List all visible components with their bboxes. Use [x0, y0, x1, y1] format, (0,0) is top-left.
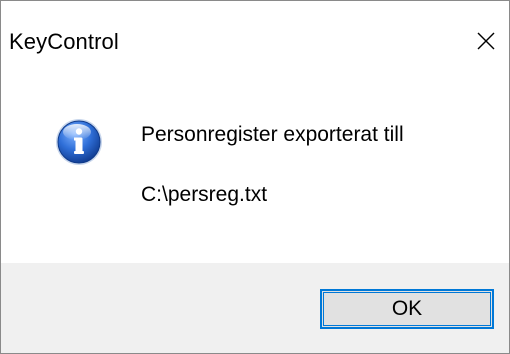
ok-button[interactable]: OK [320, 289, 494, 329]
info-icon [55, 118, 103, 166]
message-text: Personregister exporterat till [141, 123, 404, 146]
window-title: KeyControl [9, 29, 119, 54]
ok-button-label: OK [391, 297, 423, 320]
close-button[interactable] [463, 21, 509, 61]
message-area: Personregister exporterat till C:\persre… [1, 75, 509, 263]
button-bar: OK [1, 263, 509, 353]
message-dialog: KeyControl Personregister exporterat til… [0, 0, 510, 354]
title-bar: KeyControl [1, 1, 509, 75]
file-path-text: C:\persreg.txt [141, 183, 268, 206]
close-icon [476, 31, 496, 51]
